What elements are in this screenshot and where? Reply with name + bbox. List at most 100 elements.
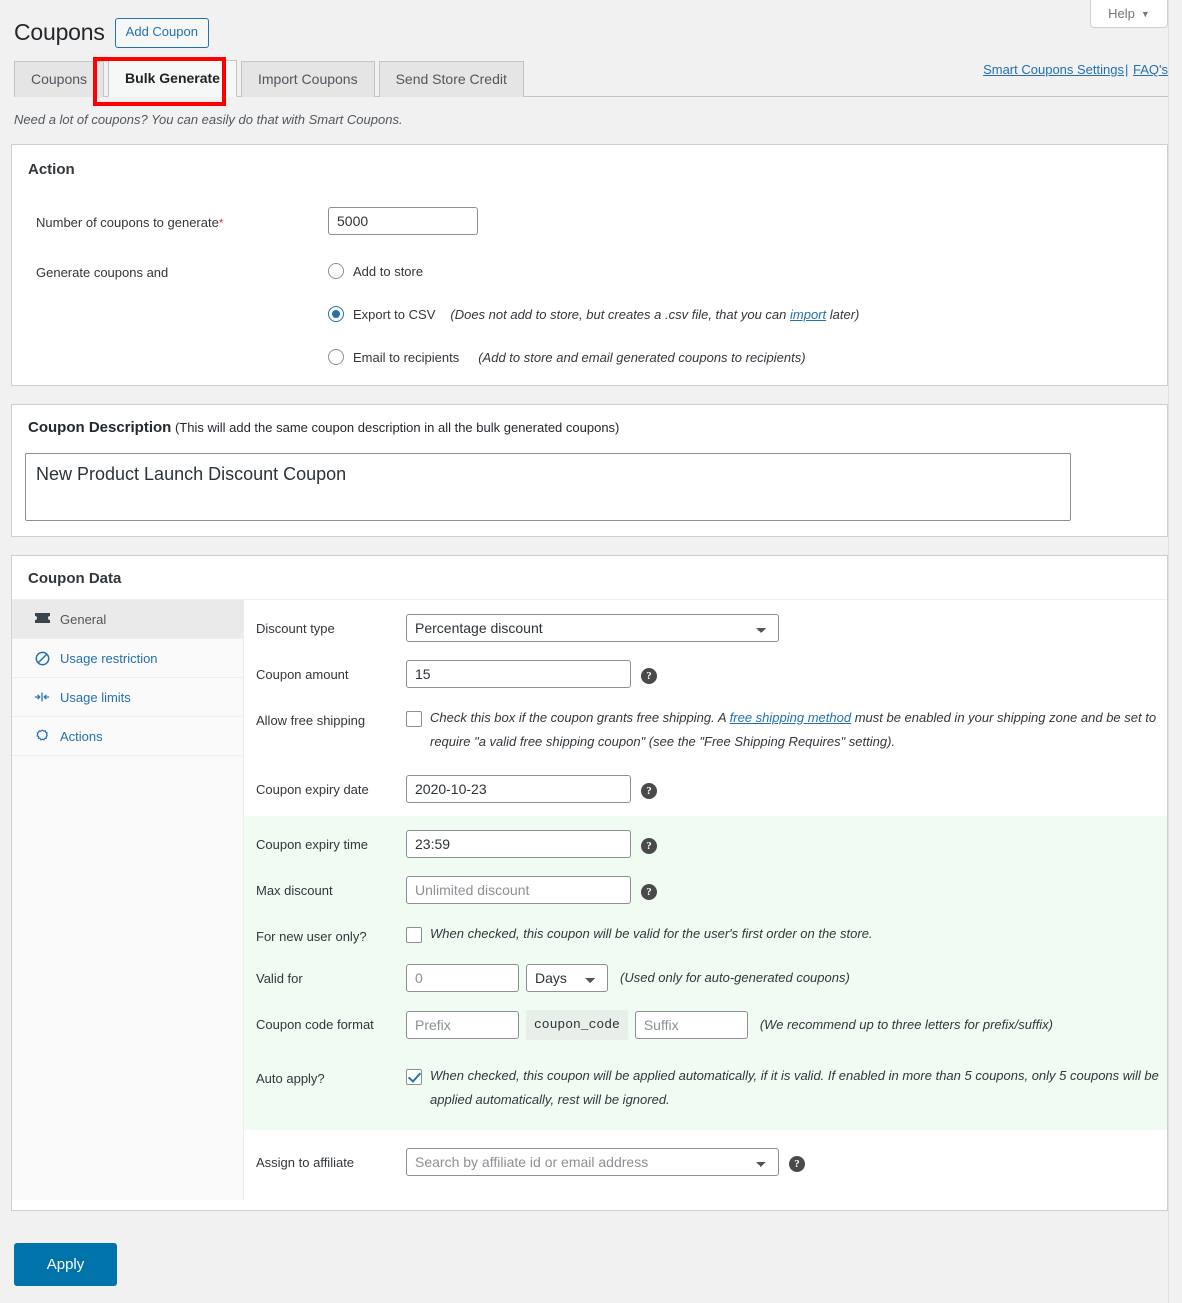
smart-coupons-settings-link[interactable]: Smart Coupons Settings — [983, 62, 1124, 77]
assign-to-affiliate-label: Assign to affiliate — [256, 1148, 406, 1170]
coupon-description-subtitle: (This will add the same coupon descripti… — [175, 420, 619, 435]
radio-option-export-csv[interactable]: Export to CSV (Does not add to store, bu… — [328, 306, 859, 322]
apply-button[interactable]: Apply — [14, 1243, 117, 1286]
coupons-bulk-generate-page: Help ▼ Coupons Add Coupon Coupons Bulk G… — [0, 0, 1182, 1303]
tab-bulk-generate[interactable]: Bulk Generate — [108, 60, 237, 97]
coupon-data-panel: Coupon Data General Usage restriction — [11, 555, 1168, 1211]
radio-email-to-recipients[interactable] — [328, 349, 344, 365]
valid-for-unit-select[interactable]: Days — [526, 964, 608, 992]
tab-coupons[interactable]: Coupons — [14, 61, 104, 97]
smart-coupons-green-section: Coupon expiry time ? Max discount ? — [244, 816, 1167, 1130]
assign-to-affiliate-help-icon[interactable]: ? — [789, 1156, 805, 1172]
sidebar-item-usage-limits[interactable]: Usage limits — [12, 678, 243, 717]
for-new-user-only-description: When checked, this coupon will be valid … — [430, 922, 873, 946]
free-shipping-method-link[interactable]: free shipping method — [730, 710, 851, 725]
help-button[interactable]: Help ▼ — [1090, 0, 1168, 28]
allow-free-shipping-checkbox[interactable] — [406, 711, 422, 727]
chevron-down-icon: ▼ — [1141, 9, 1150, 19]
coupon-description-textarea[interactable]: New Product Launch Discount Coupon — [25, 453, 1071, 521]
coupon-description-title: Coupon Description — [28, 419, 171, 436]
radio-email-to-recipients-label: Email to recipients — [353, 350, 459, 365]
field-discount-type: Discount type Percentage discount — [244, 600, 1167, 651]
action-panel: Action Number of coupons to generate* Ge… — [11, 144, 1168, 386]
field-allow-free-shipping: Allow free shipping Check this box if th… — [244, 697, 1167, 763]
top-links: Smart Coupons Settings| FAQ's — [983, 62, 1168, 77]
generate-coupons-and-label: Generate coupons and — [36, 265, 168, 280]
coupon-expiry-time-help-icon[interactable]: ? — [641, 838, 657, 854]
radio-option-email-recipients[interactable]: Email to recipients (Add to store and em… — [328, 349, 806, 365]
coupon-expiry-time-input[interactable] — [406, 830, 631, 858]
field-valid-for: Valid for Days (Used only for auto-gener… — [244, 955, 1167, 1001]
field-coupon-code-format: Coupon code format coupon_code (We recom… — [244, 1001, 1167, 1054]
radio-option-add-to-store[interactable]: Add to store — [328, 263, 423, 279]
valid-for-note: (Used only for auto-generated coupons) — [620, 966, 850, 990]
page-header: Coupons Add Coupon — [14, 18, 209, 48]
coupon-description-header: Coupon Description (This will add the sa… — [12, 405, 1167, 436]
sidebar-item-actions-label: Actions — [60, 729, 103, 744]
coupon-code-format-note: (We recommend up to three letters for pr… — [760, 1013, 1053, 1037]
coupon-amount-input[interactable] — [406, 660, 631, 688]
page-subtitle: Need a lot of coupons? You can easily do… — [14, 112, 403, 127]
import-link[interactable]: import — [790, 307, 826, 322]
coupon-data-title: Coupon Data — [12, 556, 1167, 599]
field-for-new-user-only: For new user only? When checked, this co… — [244, 913, 1167, 955]
discount-type-select[interactable]: Percentage discount — [406, 614, 779, 642]
number-of-coupons-label: Number of coupons to generate* — [36, 215, 224, 230]
coupon-code-prefix-input[interactable] — [406, 1011, 519, 1039]
coupon-amount-label: Coupon amount — [256, 660, 406, 682]
field-auto-apply: Auto apply? When checked, this coupon wi… — [244, 1054, 1167, 1130]
tab-send-store-credit[interactable]: Send Store Credit — [379, 61, 524, 97]
coupon-code-suffix-input[interactable] — [635, 1011, 748, 1039]
max-discount-label: Max discount — [256, 876, 406, 898]
field-assign-to-affiliate: Assign to affiliate Search by affiliate … — [244, 1130, 1167, 1185]
coupon-code-chip: coupon_code — [526, 1010, 628, 1040]
sidebar-item-general-label: General — [60, 612, 106, 627]
sidebar-item-usage-restriction[interactable]: Usage restriction — [12, 639, 243, 678]
gear-icon — [34, 728, 50, 744]
sidebar-item-actions[interactable]: Actions — [12, 717, 243, 756]
max-discount-input[interactable] — [406, 876, 631, 904]
auto-apply-label: Auto apply? — [256, 1064, 406, 1086]
for-new-user-only-checkbox[interactable] — [406, 927, 422, 943]
coupon-amount-help-icon[interactable]: ? — [641, 668, 657, 684]
tab-import-coupons[interactable]: Import Coupons — [241, 61, 375, 97]
coupon-data-body: General Usage restriction — [12, 599, 1167, 1200]
coupon-description-panel: Coupon Description (This will add the sa… — [11, 404, 1168, 537]
valid-for-label: Valid for — [256, 964, 406, 986]
coupon-data-nav: General Usage restriction — [12, 600, 244, 1200]
radio-add-to-store-label: Add to store — [353, 264, 423, 279]
limits-icon — [34, 689, 50, 705]
for-new-user-only-label: For new user only? — [256, 922, 406, 944]
faq-link[interactable]: FAQ's — [1133, 62, 1168, 77]
assign-to-affiliate-select[interactable]: Search by affiliate id or email address — [406, 1148, 779, 1176]
coupon-expiry-date-help-icon[interactable]: ? — [641, 783, 657, 799]
allow-free-shipping-label: Allow free shipping — [256, 706, 406, 728]
email-recipients-note: (Add to store and email generated coupon… — [478, 350, 805, 365]
coupon-expiry-date-label: Coupon expiry date — [256, 775, 406, 797]
auto-apply-description: When checked, this coupon will be applie… — [430, 1064, 1167, 1112]
no-entry-icon — [34, 650, 50, 666]
general-tab-panel: Discount type Percentage discount Coupon… — [244, 600, 1167, 1200]
radio-export-to-csv-label: Export to CSV — [353, 307, 435, 322]
radio-add-to-store[interactable] — [328, 263, 344, 279]
max-discount-help-icon[interactable]: ? — [641, 884, 657, 900]
auto-apply-checkbox[interactable] — [406, 1069, 422, 1085]
coupon-expiry-date-input[interactable] — [406, 775, 631, 803]
field-coupon-amount: Coupon amount ? — [244, 651, 1167, 697]
field-coupon-expiry-time: Coupon expiry time ? — [244, 816, 1167, 867]
sidebar-item-general[interactable]: General — [12, 600, 243, 639]
radio-export-to-csv[interactable] — [328, 306, 344, 322]
sidebar-item-usage-restriction-label: Usage restriction — [60, 651, 158, 666]
action-panel-title: Action — [12, 145, 1167, 178]
valid-for-input[interactable] — [406, 964, 519, 992]
page-scrollbar[interactable] — [1168, 0, 1182, 1303]
coupon-code-format-label: Coupon code format — [256, 1010, 406, 1032]
add-coupon-button[interactable]: Add Coupon — [115, 18, 209, 48]
required-asterisk: * — [219, 216, 224, 230]
number-of-coupons-input[interactable] — [328, 207, 478, 235]
help-button-label: Help — [1108, 6, 1135, 21]
allow-free-shipping-description: Check this box if the coupon grants free… — [430, 706, 1167, 754]
ticket-icon — [34, 611, 50, 627]
discount-type-label: Discount type — [256, 614, 406, 636]
export-csv-note: (Does not add to store, but creates a .c… — [450, 307, 859, 322]
